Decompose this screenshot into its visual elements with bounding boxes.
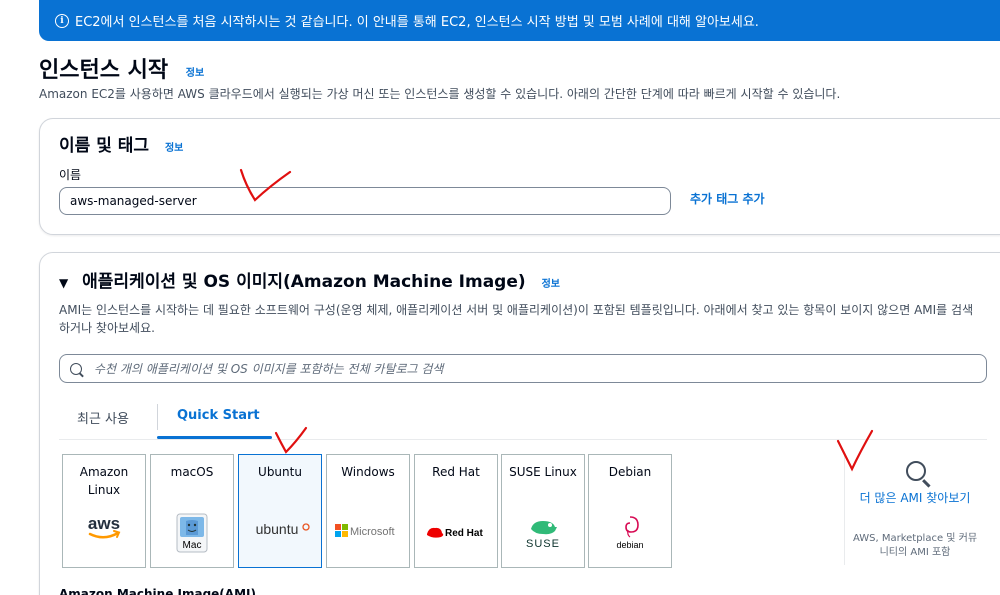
- browse-more-subtext: AWS, Marketplace 및 커뮤니티의 AMI 포함: [852, 533, 978, 558]
- name-input[interactable]: aws-managed-server: [59, 187, 671, 215]
- mac-logo-icon: Mac: [151, 513, 233, 553]
- page-description: Amazon EC2를 사용하면 AWS 클라우드에서 실행되는 가상 머신 또…: [39, 87, 841, 101]
- ami-search-input[interactable]: 수천 개의 애플리케이션 및 OS 이미지를 포함하는 전체 카탈로그 검색: [59, 354, 987, 383]
- os-card-ubuntu[interactable]: Ubuntu ubuntu: [238, 454, 322, 568]
- collapse-triangle-icon[interactable]: ▼: [59, 276, 68, 290]
- browse-more-amis[interactable]: 더 많은 AMI 찾아보기 AWS, Marketplace 및 커뮤니티의 A…: [844, 453, 984, 565]
- active-tab-indicator: [157, 436, 272, 439]
- name-tags-title-text: 이름 및 태그: [59, 136, 150, 156]
- tab-recent[interactable]: 최근 사용: [77, 408, 129, 427]
- os-name: Amazon Linux: [79, 465, 129, 497]
- search-placeholder: 수천 개의 애플리케이션 및 OS 이미지를 포함하는 전체 카탈로그 검색: [94, 362, 444, 376]
- svg-text:Red Hat: Red Hat: [445, 528, 483, 539]
- ami-description: AMI는 인스턴스를 시작하는 데 필요한 소프트웨어 구성(운영 체제, 애플…: [59, 303, 974, 335]
- redhat-logo-icon: Red Hat: [415, 523, 497, 541]
- magnifier-icon: [906, 461, 926, 481]
- ami-tabs: 최근 사용 Quick Start: [59, 398, 987, 440]
- name-field-label: 이름: [59, 168, 82, 182]
- info-icon: i: [55, 13, 69, 28]
- suse-logo-icon: SUSE: [502, 515, 584, 549]
- os-name: Red Hat: [432, 465, 480, 479]
- svg-text:ubuntu: ubuntu: [256, 521, 299, 537]
- name-tags-info-link[interactable]: 정보: [165, 143, 183, 154]
- aws-logo-icon: aws: [63, 513, 145, 543]
- banner-text: EC2에서 인스턴스를 처음 시작하시는 것 같습니다. 이 안내를 통해 EC…: [75, 15, 759, 30]
- debian-logo-icon: debian: [589, 513, 671, 551]
- name-tags-title: 이름 및 태그 정보: [59, 131, 183, 156]
- os-card-macos[interactable]: macOS Mac: [150, 454, 234, 568]
- os-card-windows[interactable]: Windows Microsoft: [326, 454, 410, 568]
- svg-text:aws: aws: [88, 514, 120, 533]
- svg-text:Microsoft: Microsoft: [350, 526, 395, 538]
- ami-info-link[interactable]: 정보: [542, 279, 560, 290]
- page-title: 인스턴스 시작 정보: [39, 52, 204, 84]
- page-title-text: 인스턴스 시작: [39, 58, 169, 83]
- os-card-suse-linux[interactable]: SUSE Linux SUSE: [501, 454, 585, 568]
- info-banner: i EC2에서 인스턴스를 처음 시작하시는 것 같습니다. 이 안내를 통해 …: [39, 0, 1000, 41]
- ami-title-text: 애플리케이션 및 OS 이미지(Amazon Machine Image): [82, 272, 526, 292]
- os-card-debian[interactable]: Debian debian: [588, 454, 672, 568]
- page-info-link[interactable]: 정보: [186, 68, 204, 79]
- os-card-amazon-linux[interactable]: Amazon Linux aws: [62, 454, 146, 568]
- os-name: SUSE Linux: [509, 465, 577, 479]
- tab-quick-start[interactable]: Quick Start: [177, 408, 260, 423]
- os-name: macOS: [170, 465, 214, 479]
- microsoft-logo-icon: Microsoft: [327, 523, 409, 539]
- browse-more-link[interactable]: 더 많은 AMI 찾아보기: [851, 489, 979, 507]
- tab-divider: [157, 404, 158, 430]
- os-card-red-hat[interactable]: Red Hat Red Hat: [414, 454, 498, 568]
- os-name: Windows: [341, 465, 395, 479]
- add-tag-link[interactable]: 추가 태그 추가: [690, 190, 765, 207]
- svg-text:Mac: Mac: [183, 540, 202, 551]
- os-name: Debian: [608, 465, 652, 479]
- svg-text:SUSE: SUSE: [526, 538, 560, 549]
- search-icon: [70, 362, 82, 375]
- ubuntu-logo-icon: ubuntu: [239, 517, 321, 541]
- ami-title[interactable]: ▼ 애플리케이션 및 OS 이미지(Amazon Machine Image) …: [59, 267, 560, 292]
- name-tags-section: 이름 및 태그 정보 이름 aws-managed-server 추가 태그 추…: [39, 118, 1000, 235]
- os-name: Ubuntu: [258, 465, 302, 479]
- ami-section: ▼ 애플리케이션 및 OS 이미지(Amazon Machine Image) …: [39, 252, 1000, 595]
- ami-label: Amazon Machine Image(AMI): [59, 587, 256, 595]
- svg-text:debian: debian: [616, 540, 643, 550]
